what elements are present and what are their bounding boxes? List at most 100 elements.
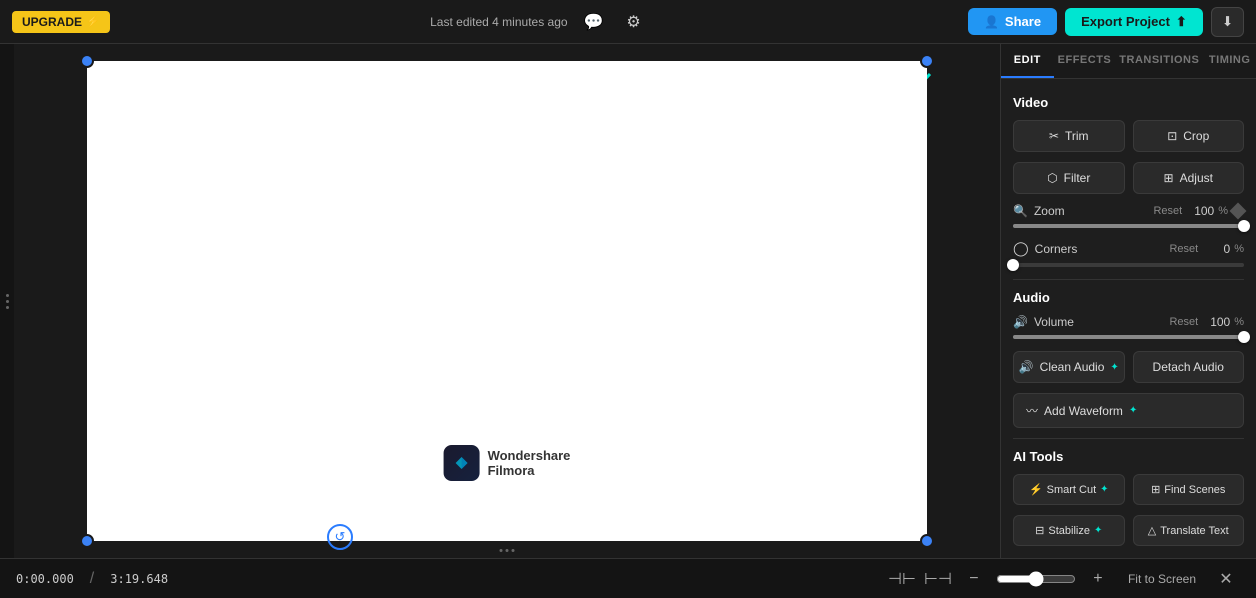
split-icon-button[interactable]: ⊣⊢ [888, 565, 916, 593]
zoom-out-icon-button[interactable]: − [960, 565, 988, 593]
panel-tabs: EDIT EFFECTS TRANSITIONS TIMING [1001, 44, 1256, 79]
find-scenes-button[interactable]: ⊞ Find Scenes [1133, 474, 1245, 505]
tab-transitions[interactable]: TRANSITIONS [1115, 44, 1203, 78]
add-waveform-button[interactable]: 〰 Add Waveform ✦ [1013, 393, 1244, 428]
zoom-reset-button[interactable]: Reset [1153, 205, 1182, 217]
ai-btn-row-2: ⊟ Stabilize ✦ △ Translate Text [1013, 515, 1244, 546]
watermark-text: Wondershare Filmora [488, 448, 571, 478]
zoom-keyframe-icon[interactable] [1230, 203, 1247, 220]
export-button[interactable]: Export Project ⬆ [1065, 8, 1203, 36]
volume-reset-button[interactable]: Reset [1169, 316, 1198, 328]
video-btn-row-1: ✂ Trim ⊡ Crop [1013, 120, 1244, 152]
filter-button[interactable]: ⬡ Filter [1013, 162, 1125, 194]
stabilize-ai-badge: ✦ [1094, 525, 1102, 536]
corners-percent: % [1234, 243, 1244, 255]
corners-reset-button[interactable]: Reset [1169, 243, 1198, 255]
upgrade-button[interactable]: UPGRADE [12, 11, 110, 33]
corners-icon: ◯ [1013, 240, 1029, 257]
trim-label: Trim [1065, 129, 1089, 143]
ai-btn-row-1: ⚡ Smart Cut ✦ ⊞ Find Scenes [1013, 474, 1244, 505]
clean-audio-button[interactable]: 🔊 Clean Audio ✦ [1013, 351, 1125, 383]
translate-text-button[interactable]: △ Translate Text [1133, 515, 1245, 546]
smart-cut-button[interactable]: ⚡ Smart Cut ✦ [1013, 474, 1125, 505]
bottom-dot [512, 549, 515, 552]
zoom-percent: % [1218, 205, 1228, 217]
zoom-slider-thumb[interactable] [1238, 220, 1250, 232]
bottom-dot [506, 549, 509, 552]
clean-audio-label: Clean Audio [1040, 360, 1105, 374]
zoom-in-icon-button[interactable]: + [1084, 565, 1112, 593]
trim-button[interactable]: ✂ Trim [1013, 120, 1125, 152]
canvas-area: Wondershare Filmora ↺ [14, 44, 1000, 558]
watermark-logo [444, 445, 480, 481]
handle-top-left[interactable] [80, 54, 94, 68]
zoom-label: 🔍 Zoom [1013, 204, 1065, 218]
waveform-icon: 〰 [1026, 402, 1038, 419]
volume-slider-thumb[interactable] [1238, 331, 1250, 343]
volume-right: Reset 100 % [1169, 315, 1244, 329]
topbar: UPGRADE Last edited 4 minutes ago 💬 ⚙ Sh… [0, 0, 1256, 44]
export-icon: ⬆ [1176, 14, 1187, 30]
volume-icon: 🔊 [1013, 315, 1028, 329]
stabilize-button[interactable]: ⊟ Stabilize ✦ [1013, 515, 1125, 546]
main-area: Wondershare Filmora ↺ EDIT EFFECTS TRANS… [0, 44, 1256, 558]
section-divider-1 [1013, 279, 1244, 280]
watermark-line1: Wondershare [488, 448, 571, 463]
bottom-bar: 0:00.000 / 3:19.648 ⊣⊢ ⊢⊣ − + Fit to Scr… [0, 558, 1256, 598]
handle-bottom-left[interactable] [80, 534, 94, 548]
filter-label: Filter [1064, 171, 1091, 185]
handle-bottom-right[interactable] [920, 534, 934, 548]
smart-cut-ai-badge: ✦ [1100, 484, 1108, 495]
corners-slider-track[interactable] [1013, 263, 1244, 267]
waveform-ai-badge: ✦ [1129, 405, 1137, 416]
tab-effects[interactable]: EFFECTS [1054, 44, 1116, 78]
export-label: Export Project [1081, 14, 1170, 29]
handle-top-right[interactable] [920, 54, 934, 68]
adjust-button[interactable]: ⊞ Adjust [1133, 162, 1245, 194]
video-btn-row-2: ⬡ Filter ⊞ Adjust [1013, 162, 1244, 194]
crop-icon: ⊡ [1167, 129, 1177, 143]
stabilize-icon: ⊟ [1035, 524, 1044, 537]
detach-audio-button[interactable]: Detach Audio [1133, 351, 1245, 383]
volume-label: 🔊 Volume [1013, 315, 1074, 329]
current-time: 0:00.000 [16, 572, 74, 586]
zoom-slider-container [996, 571, 1076, 587]
fit-to-screen-button[interactable]: Fit to Screen [1120, 568, 1204, 590]
trim-icon: ✂ [1049, 129, 1059, 143]
zoom-slider-track[interactable] [1013, 224, 1244, 228]
tab-edit[interactable]: EDIT [1001, 44, 1054, 78]
corners-slider-thumb[interactable] [1007, 259, 1019, 271]
share-button[interactable]: Share [968, 8, 1057, 35]
video-section-title: Video [1013, 95, 1244, 110]
ai-tools-section-title: AI Tools [1013, 449, 1244, 464]
canvas-container: Wondershare Filmora [87, 61, 927, 541]
crop-button[interactable]: ⊡ Crop [1133, 120, 1245, 152]
stabilize-label: Stabilize [1048, 525, 1090, 537]
close-icon-button[interactable]: ✕ [1212, 565, 1240, 593]
side-dot [6, 306, 9, 309]
download-button[interactable]: ⬇ [1211, 7, 1244, 37]
audio-section-title: Audio [1013, 290, 1244, 305]
corners-label: ◯ Corners [1013, 240, 1077, 257]
watermark-line2: Filmora [488, 463, 571, 478]
clean-audio-icon: 🔊 [1019, 360, 1034, 374]
translate-icon: △ [1148, 524, 1156, 537]
corners-right: Reset 0 % [1169, 242, 1244, 256]
settings-icon-button[interactable]: ⚙ [620, 8, 648, 36]
time-separator: / [90, 570, 94, 588]
panel-content: Video ✂ Trim ⊡ Crop ⬡ Filter ⊞ Adj [1001, 79, 1256, 558]
total-time: 3:19.648 [110, 572, 168, 586]
tab-timing[interactable]: TIMING [1203, 44, 1256, 78]
canvas-zoom-slider[interactable] [996, 571, 1076, 587]
frame-step-icon-button[interactable]: ⊢⊣ [924, 565, 952, 593]
crop-label: Crop [1183, 129, 1209, 143]
topbar-right: Share Export Project ⬆ ⬇ [968, 7, 1244, 37]
chat-icon-button[interactable]: 💬 [580, 8, 608, 36]
volume-slider-row: 🔊 Volume Reset 100 % [1013, 315, 1244, 339]
center-play-button[interactable]: ↺ [327, 524, 353, 550]
volume-slider-track[interactable] [1013, 335, 1244, 339]
bottom-controls: ⊣⊢ ⊢⊣ − + Fit to Screen ✕ [888, 565, 1240, 593]
zoom-slider-row: 🔍 Zoom Reset 100 % [1013, 204, 1244, 228]
volume-slider-fill [1013, 335, 1244, 339]
smart-cut-label: Smart Cut [1047, 484, 1097, 496]
